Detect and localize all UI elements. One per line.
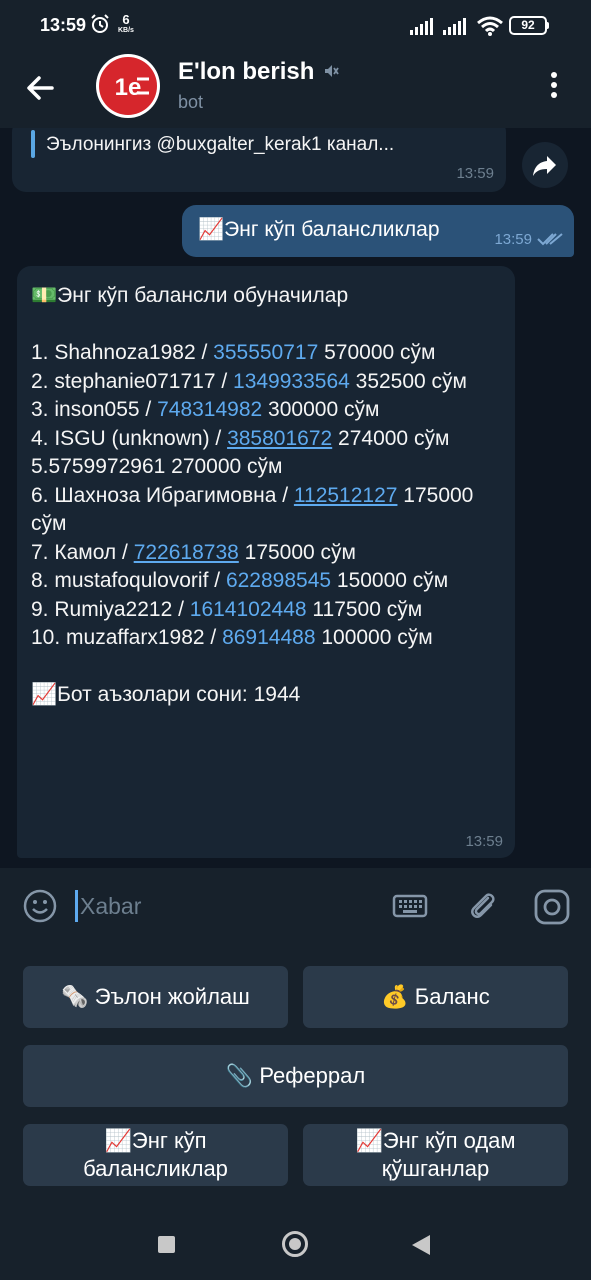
user-id-link[interactable]: 385801672 xyxy=(227,427,332,450)
user-id-link[interactable]: 1614102448 xyxy=(190,598,307,621)
avatar[interactable]: 1e xyxy=(96,54,160,118)
keyboard-icon[interactable] xyxy=(392,888,428,924)
signal-icon xyxy=(410,18,433,35)
user-id-link[interactable]: 722618738 xyxy=(134,541,239,564)
ranking-user: 10. muzaffarx1982 / xyxy=(31,626,223,649)
user-id-link[interactable]: 748314982 xyxy=(157,398,262,421)
chat-subtitle: bot xyxy=(178,92,204,112)
message-time: 13:59 xyxy=(465,833,503,850)
status-bar: 13:59 6 KB/s 92 xyxy=(0,0,591,50)
more-menu-icon[interactable] xyxy=(544,68,564,104)
ranking-row: 2. stephanie071717 / 1349933564 352500 с… xyxy=(31,368,501,397)
user-id-link[interactable]: 622898545 xyxy=(226,569,331,592)
outgoing-text: 📈Энг кўп балансликлар xyxy=(198,218,440,241)
ranking-amount: 300000 сўм xyxy=(262,398,380,421)
message-composer xyxy=(0,868,591,944)
ranking-user: 1. Shahnoza1982 / xyxy=(31,341,214,364)
chat-header: 1e E'lon berish bot xyxy=(0,50,591,128)
incoming-message[interactable]: 💵Энг кўп балансли обуначилар 1. Shahnoza… xyxy=(17,266,515,858)
chat-title[interactable]: E'lon berish xyxy=(178,58,314,86)
user-id-link[interactable]: 1349933564 xyxy=(233,370,350,393)
ranking-user: 6. Шахноза Ибрагимовна / xyxy=(31,483,294,507)
ranking-user: 9. Rumiya2212 / xyxy=(31,597,190,621)
ranking-amount: 150000 сўм xyxy=(331,569,449,592)
forwarded-text: Эълонингиз @buxgalter_kerak1 канал... xyxy=(46,134,395,155)
emoji-icon[interactable] xyxy=(22,888,58,924)
battery-level: 92 xyxy=(521,18,535,32)
bot-keyboard: 🗞️ Эълон жойлаш 💰 Баланс 📎 Реферрал 📈Энг… xyxy=(0,944,591,1208)
recents-button[interactable] xyxy=(158,1236,175,1253)
ranking-amount: 117500 сўм xyxy=(306,597,423,621)
quote-bar xyxy=(31,130,35,158)
ranking-user: 5.5759972961 270000 сўм xyxy=(31,455,283,478)
status-time: 13:59 xyxy=(40,15,87,35)
outgoing-message[interactable]: 📈Энг кўп балансликлар 13:59 xyxy=(182,205,574,257)
ranking-user: 4. ISGU (unknown) / xyxy=(31,426,228,450)
ranking-user: 8. mustafoqulovorif / xyxy=(31,569,226,592)
message-time: 13:59 xyxy=(494,231,532,248)
ranking-row: 10. muzaffarx1982 / 86914488 100000 сўм xyxy=(31,624,501,653)
read-checkmarks-icon xyxy=(537,233,563,246)
wifi-icon xyxy=(477,16,503,36)
signal-icon-2 xyxy=(443,18,466,35)
ranking-row: 6. Шахноза Ибрагимовна / 112512127 17500… xyxy=(31,482,501,539)
system-back-button[interactable] xyxy=(412,1235,430,1255)
ranking-amount: 175000 сўм xyxy=(238,540,356,564)
ranking-amount: 274000 сўм xyxy=(332,426,450,450)
message-title: 💵Энг кўп балансли обуначилар xyxy=(31,284,349,307)
ranking-list: 1. Shahnoza1982 / 355550717 570000 сўм 2.… xyxy=(31,339,501,653)
top-inviters-button[interactable]: 📈Энг кўп одам қўшганлар xyxy=(303,1124,568,1186)
ranking-row: 4. ISGU (unknown) / 385801672 274000 сўм xyxy=(31,425,501,454)
muted-icon xyxy=(325,65,339,77)
battery-tip xyxy=(546,22,549,29)
post-ad-button[interactable]: 🗞️ Эълон жойлаш xyxy=(23,966,288,1028)
ranking-row: 7. Камол / 722618738 175000 сўм xyxy=(31,539,501,568)
member-count: 📈Бот аъзолари сони: 1944 xyxy=(31,683,301,706)
ranking-row: 5.5759972961 270000 сўм xyxy=(31,453,501,482)
top-balances-button[interactable]: 📈Энг кўп балансликлар xyxy=(23,1124,288,1186)
message-list[interactable]: Эълонингиз @buxgalter_kerak1 канал... 13… xyxy=(0,128,591,868)
back-arrow-icon[interactable] xyxy=(22,70,58,106)
home-button[interactable] xyxy=(282,1231,308,1257)
ranking-row: 1. Shahnoza1982 / 355550717 570000 сўм xyxy=(31,339,501,368)
forwarded-message[interactable]: Эълонингиз @buxgalter_kerak1 канал... 13… xyxy=(12,128,506,192)
ranking-amount: 570000 сўм xyxy=(318,341,436,364)
balance-button[interactable]: 💰 Баланс xyxy=(303,966,568,1028)
ranking-user: 3. inson055 / xyxy=(31,398,158,421)
message-body: 💵Энг кўп балансли обуначилар 1. Shahnoza… xyxy=(31,282,501,710)
referral-button[interactable]: 📎 Реферрал xyxy=(23,1045,568,1107)
ranking-row: 9. Rumiya2212 / 1614102448 117500 сўм xyxy=(31,596,501,625)
battery-icon: 92 xyxy=(509,16,547,35)
share-button[interactable] xyxy=(522,142,568,188)
alarm-icon xyxy=(91,14,109,33)
attach-paperclip-icon[interactable] xyxy=(464,888,500,924)
message-time: 13:59 xyxy=(456,165,494,182)
user-id-link[interactable]: 112512127 xyxy=(294,484,398,507)
ranking-row: 8. mustafoqulovorif / 622898545 150000 с… xyxy=(31,567,501,596)
camera-icon[interactable] xyxy=(533,888,571,926)
ranking-user: 7. Камол / xyxy=(31,540,134,564)
ranking-row: 3. inson055 / 748314982 300000 сўм xyxy=(31,396,501,425)
ranking-amount: 352500 сўм xyxy=(349,369,467,393)
system-nav-bar xyxy=(0,1208,591,1280)
message-input[interactable] xyxy=(80,886,370,926)
forward-arrow-icon xyxy=(533,156,556,176)
ranking-user: 2. stephanie071717 / xyxy=(31,369,234,393)
network-speed: 6 KB/s xyxy=(118,12,134,34)
logo-1c-icon: 1e xyxy=(115,74,149,101)
user-id-link[interactable]: 86914488 xyxy=(222,626,315,649)
user-id-link[interactable]: 355550717 xyxy=(213,341,318,364)
text-cursor xyxy=(75,890,78,922)
ranking-amount: 100000 сўм xyxy=(315,626,433,649)
